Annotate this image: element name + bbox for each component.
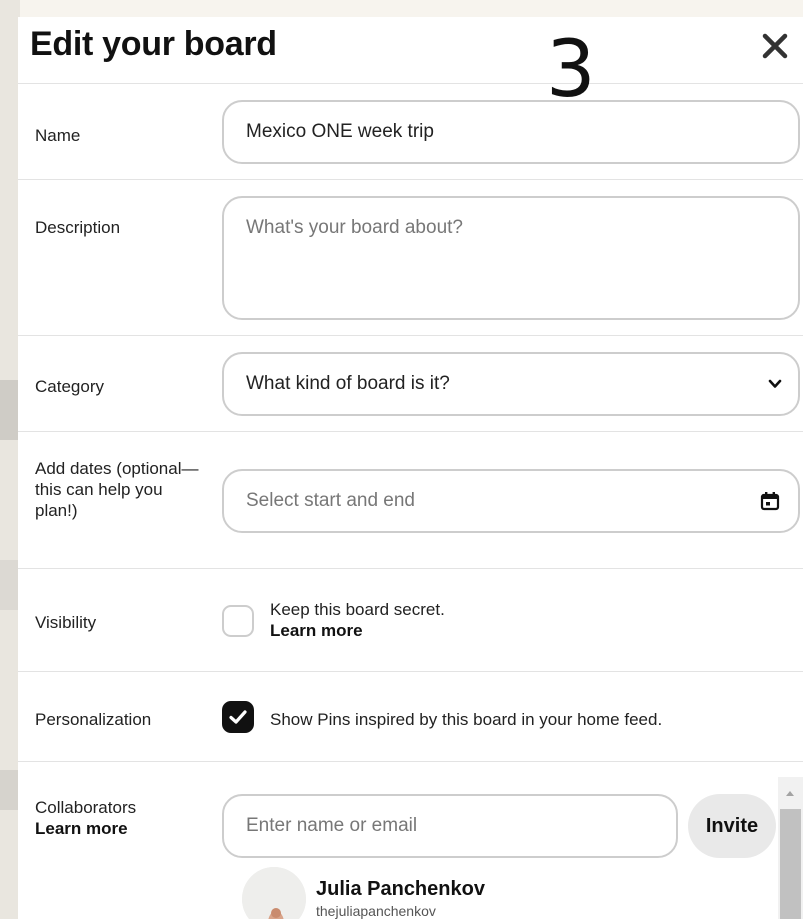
invite-button[interactable]: Invite: [688, 794, 776, 858]
scrollbar[interactable]: [778, 777, 803, 919]
dates-label: Add dates (optional— this can help you p…: [35, 458, 199, 521]
background-block: [0, 770, 20, 810]
background-block: [0, 380, 20, 440]
secret-board-checkbox[interactable]: [222, 605, 254, 637]
dates-row: Add dates (optional— this can help you p…: [18, 432, 803, 569]
description-label: Description: [35, 218, 121, 237]
collaborator-search-input[interactable]: Enter name or email: [222, 794, 678, 858]
dates-label-line: plan!): [35, 501, 78, 520]
calendar-icon: [760, 492, 780, 511]
dates-placeholder: Select start and end: [246, 490, 415, 511]
collaborators-label: Collaborators Learn more: [35, 797, 136, 839]
secret-board-text: Keep this board secret. Learn more: [270, 599, 445, 641]
edit-board-modal: Edit your board 3 Name Mexico ONE week t…: [18, 17, 803, 919]
avatar-image: [242, 867, 306, 919]
close-icon: [762, 33, 788, 59]
category-row: Category What kind of board is it?: [18, 336, 803, 432]
description-row: Description What's your board about?: [18, 180, 803, 336]
collaborators-title: Collaborators: [35, 798, 137, 817]
name-label: Name: [35, 126, 81, 145]
background-block: [0, 560, 20, 610]
name-input-value: Mexico ONE week trip: [246, 121, 434, 142]
description-placeholder: What's your board about?: [246, 217, 463, 238]
category-select[interactable]: What kind of board is it?: [222, 352, 800, 416]
category-value: What kind of board is it?: [246, 373, 450, 394]
description-textarea[interactable]: What's your board about?: [222, 196, 800, 320]
category-label: Category: [35, 377, 104, 396]
personalization-row: Personalization Show Pins inspired by th…: [18, 672, 803, 762]
scrollbar-thumb[interactable]: [780, 809, 801, 919]
close-button[interactable]: [759, 30, 791, 62]
personalization-text: Show Pins inspired by this board in your…: [270, 710, 663, 729]
collaborator-name: Julia Panchenkov: [316, 878, 485, 900]
visibility-learn-more-link[interactable]: Learn more: [270, 620, 445, 641]
chevron-down-icon: [768, 379, 782, 388]
collaborator-handle: thejuliapanchenkov: [316, 903, 436, 919]
dates-label-line: Add dates (optional—: [35, 459, 199, 478]
name-input[interactable]: Mexico ONE week trip: [222, 100, 800, 164]
date-range-picker[interactable]: Select start and end: [222, 469, 800, 533]
modal-title: Edit your board: [30, 25, 277, 63]
modal-header: Edit your board 3: [18, 17, 803, 109]
visibility-row: Visibility Keep this board secret. Learn…: [18, 569, 803, 672]
dates-label-line: this can help you: [35, 480, 163, 499]
collaborator-input-placeholder: Enter name or email: [246, 815, 418, 836]
secret-board-label: Keep this board secret.: [270, 600, 445, 619]
personalization-label: Personalization: [35, 710, 152, 729]
visibility-label: Visibility: [35, 613, 97, 632]
collaborators-learn-more-link[interactable]: Learn more: [35, 819, 128, 838]
personalization-checkbox[interactable]: [222, 701, 254, 733]
name-row: Name Mexico ONE week trip: [18, 84, 803, 180]
check-icon: [229, 710, 247, 724]
scroll-up-arrow-icon[interactable]: [786, 791, 794, 796]
background-page: [0, 0, 20, 919]
avatar: [242, 867, 306, 919]
